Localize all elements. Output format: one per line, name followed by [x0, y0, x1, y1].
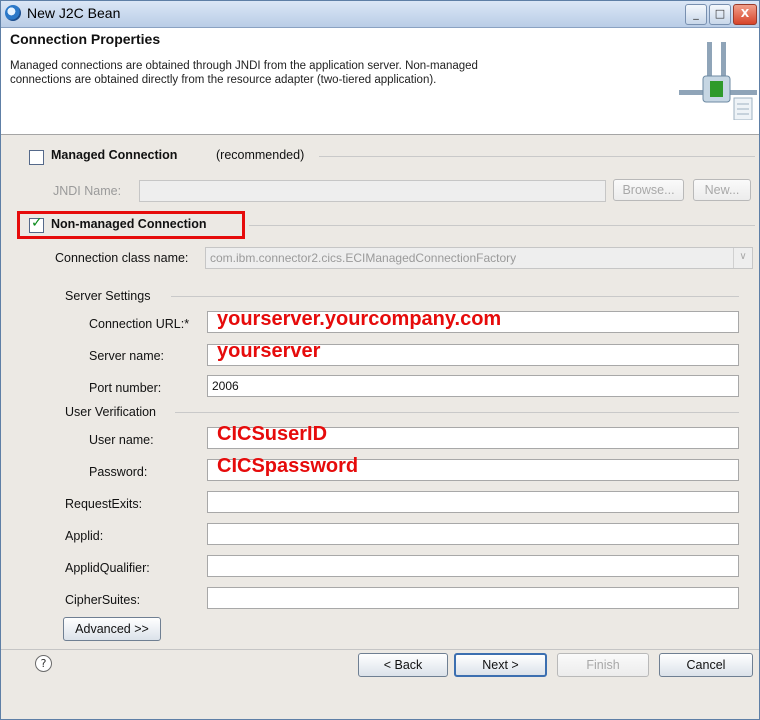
description-line-1: Managed connections are obtained through… [10, 60, 478, 72]
user-verification-divider [175, 412, 739, 413]
title-bar[interactable]: New J2C Bean _ □ X [1, 1, 759, 28]
jndi-name-input[interactable] [139, 180, 606, 202]
dropdown-arrow-icon: ∨ [733, 248, 752, 268]
back-button[interactable]: < Back [358, 653, 448, 677]
jndi-name-label: JNDI Name: [53, 184, 122, 198]
user-verification-section: User Verification [65, 405, 157, 419]
managed-connection-checkbox[interactable] [29, 150, 44, 165]
request-exits-label: RequestExits: [65, 497, 143, 511]
applid-qualifier-input[interactable] [207, 555, 739, 577]
non-managed-divider [249, 225, 755, 226]
user-name-value: CICSuserID [217, 423, 328, 445]
dialog-window: New J2C Bean _ □ X Connection Properties… [0, 0, 760, 720]
non-managed-connection-checkbox[interactable]: ✓ [29, 215, 44, 233]
connection-class-dropdown[interactable]: com.ibm.connector2.cics.ECIManagedConnec… [205, 247, 753, 269]
connector-banner-icon [679, 42, 757, 120]
server-settings-section: Server Settings [65, 289, 151, 303]
finish-button[interactable]: Finish [557, 653, 649, 677]
next-button[interactable]: Next > [454, 653, 547, 677]
managed-connection-note: (recommended) [216, 148, 305, 162]
browse-button[interactable]: Browse... [613, 179, 684, 201]
app-icon [5, 5, 21, 21]
request-exits-input[interactable] [207, 491, 739, 513]
server-name-value: yourserver [217, 340, 321, 362]
checkbox-checked-icon: ✓ [31, 215, 43, 231]
server-settings-divider [171, 296, 739, 297]
password-label: Password: [89, 465, 148, 479]
page-title: Connection Properties [10, 31, 161, 47]
applid-input[interactable] [207, 523, 739, 545]
cipher-suites-label: CipherSuites: [65, 593, 141, 607]
password-value: CICSpassword [217, 455, 359, 477]
port-number-label: Port number: [89, 381, 162, 395]
new-button[interactable]: New... [693, 179, 751, 201]
advanced-button[interactable]: Advanced >> [63, 617, 161, 641]
user-name-label: User name: [89, 433, 154, 447]
maximize-button[interactable]: □ [709, 4, 731, 25]
page-description: Managed connections are obtained through… [10, 59, 650, 87]
wizard-header: Connection Properties Managed connection… [1, 28, 759, 135]
connection-class-value: com.ibm.connector2.cics.ECIManagedConnec… [210, 251, 517, 265]
help-icon[interactable]: ? [35, 655, 52, 672]
cancel-button[interactable]: Cancel [659, 653, 753, 677]
minimize-button[interactable]: _ [685, 4, 707, 25]
connection-class-label: Connection class name: [55, 251, 189, 265]
cipher-suites-input[interactable] [207, 587, 739, 609]
description-line-2: connections are obtained directly from t… [10, 74, 437, 86]
non-managed-connection-label: Non-managed Connection [51, 217, 207, 231]
managed-connection-label: Managed Connection [51, 148, 178, 162]
applid-label: Applid: [65, 529, 104, 543]
managed-divider [319, 156, 755, 157]
connection-url-value: yourserver.yourcompany.com [217, 308, 502, 330]
port-number-input[interactable]: 2006 [207, 375, 739, 397]
footer-divider [1, 649, 759, 650]
applid-qualifier-label: ApplidQualifier: [65, 561, 150, 575]
close-button[interactable]: X [733, 4, 757, 25]
window-title: New J2C Bean [27, 5, 121, 21]
connection-url-label: Connection URL:* [89, 317, 190, 331]
server-name-label: Server name: [89, 349, 165, 363]
